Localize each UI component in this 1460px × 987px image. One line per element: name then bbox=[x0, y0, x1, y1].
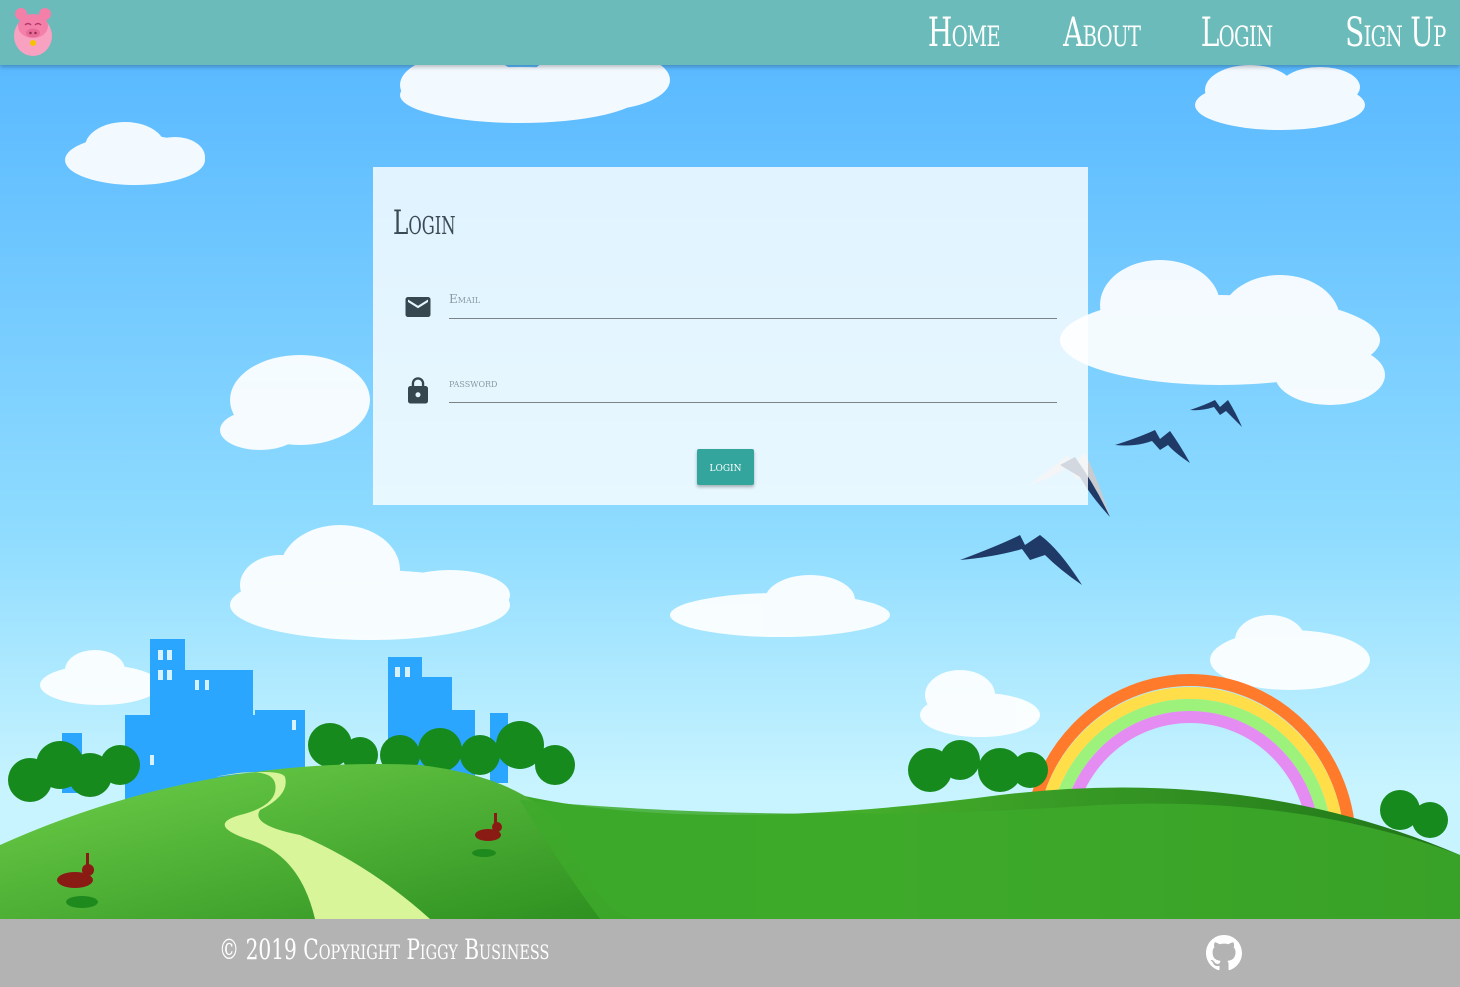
lock-icon bbox=[403, 376, 433, 406]
login-form-card: Login login bbox=[373, 167, 1088, 505]
nav-login[interactable]: Login bbox=[1201, 10, 1273, 56]
login-page: Home About Login Sign Up Login login bbox=[0, 0, 1460, 987]
password-input[interactable] bbox=[449, 364, 1057, 403]
github-icon[interactable] bbox=[1206, 935, 1242, 971]
mail-icon bbox=[403, 292, 433, 322]
nav-sign-up[interactable]: Sign Up bbox=[1345, 10, 1446, 56]
nav-about[interactable]: About bbox=[1063, 10, 1141, 56]
email-input[interactable] bbox=[449, 280, 1057, 319]
footer: © 2019 Copyright Piggy Business bbox=[0, 919, 1460, 987]
email-field-group bbox=[403, 280, 1058, 340]
password-field-group bbox=[403, 364, 1058, 424]
navbar: Home About Login Sign Up bbox=[0, 0, 1460, 65]
login-title: Login bbox=[393, 203, 456, 243]
login-submit-button[interactable]: login bbox=[697, 449, 754, 485]
nav-links: Home About Login Sign Up bbox=[867, 0, 1447, 65]
nav-home[interactable]: Home bbox=[928, 10, 1001, 56]
copyright-text: © 2019 Copyright Piggy Business bbox=[219, 933, 550, 966]
pig-logo-icon[interactable] bbox=[12, 6, 54, 58]
